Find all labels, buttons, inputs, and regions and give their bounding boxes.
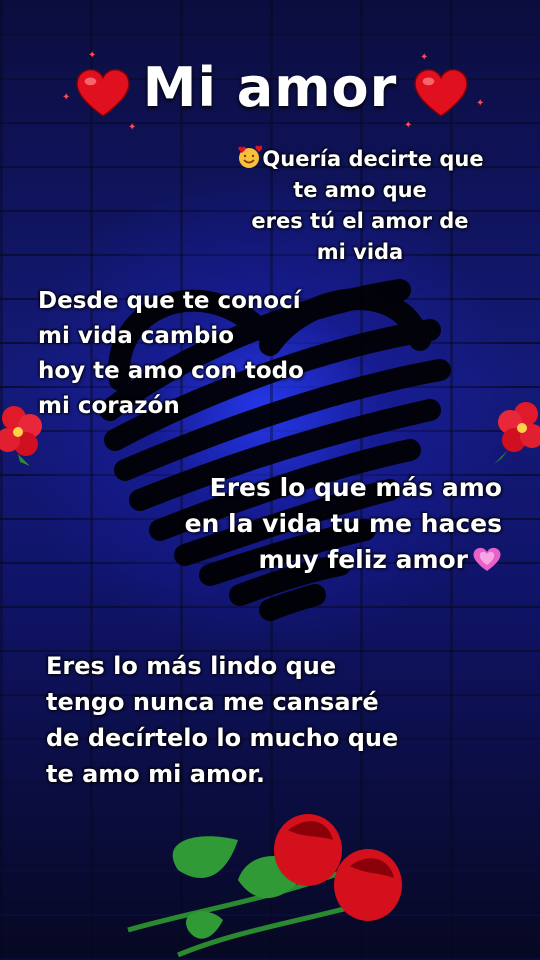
message-paragraph-4: Eres lo más lindo que tengo nunca me can…: [46, 652, 399, 788]
hibiscus-icon: [0, 406, 42, 466]
sparkle: ✦: [404, 120, 413, 131]
smiling-face-hearts-icon: [238, 145, 263, 168]
page-title: Mi amor: [142, 56, 398, 119]
growing-heart-icon: [473, 547, 501, 571]
sparkle: ✦: [128, 122, 137, 133]
message-text-1: Quería decirte que te amo que eres tú el…: [251, 147, 484, 264]
message-paragraph-1: Quería decirte que te amo que eres tú el…: [210, 144, 510, 268]
message-paragraph-2: Desde que te conocí mi vida cambio hoy t…: [38, 288, 304, 419]
red-rose-icon: [127, 814, 402, 958]
message-text-3: Eres lo que más amo en la vida tu me hac…: [184, 473, 502, 574]
hibiscus-icon: [494, 402, 540, 464]
message-paragraph-3: Eres lo que más amo en la vida tu me hac…: [140, 470, 502, 578]
